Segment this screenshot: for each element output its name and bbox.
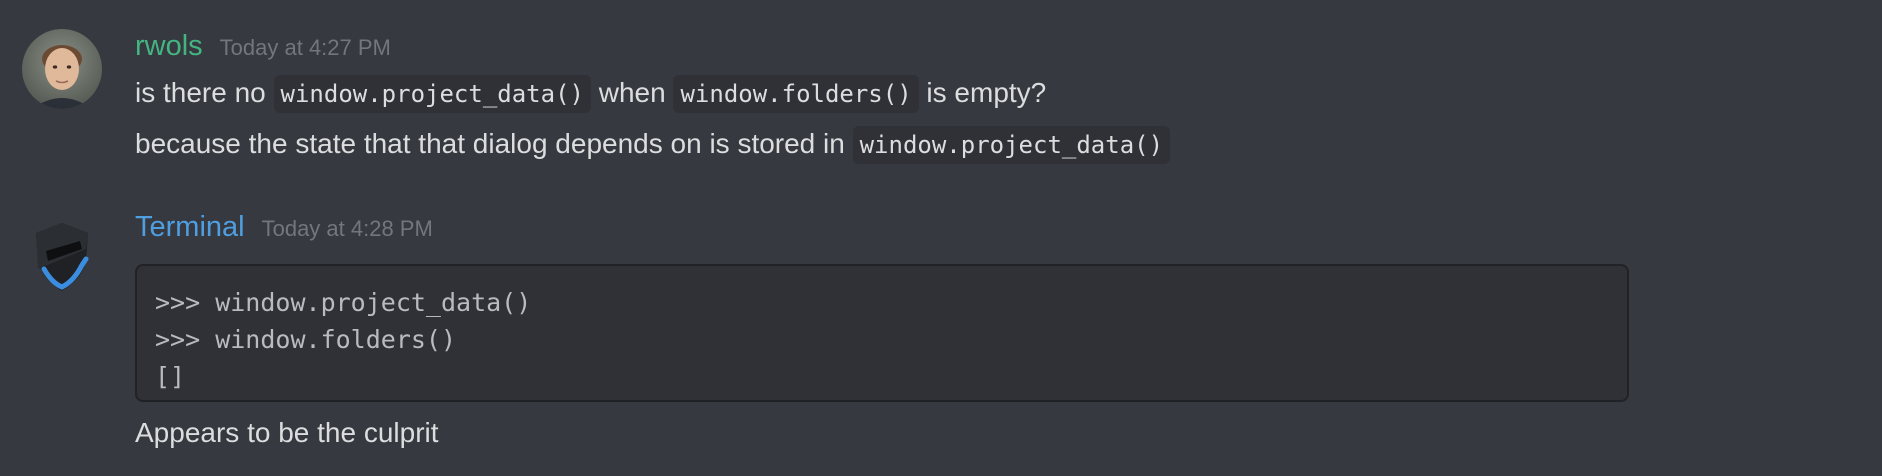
- avatar-rwols[interactable]: [22, 29, 102, 109]
- timestamp[interactable]: Today at 4:27 PM: [220, 35, 391, 61]
- inline-code: window.project_data(): [273, 75, 591, 113]
- message-text: when: [590, 77, 674, 108]
- message-text: Appears to be the culprit: [135, 417, 439, 448]
- avatar-terminal[interactable]: [22, 217, 102, 297]
- inline-code: window.project_data(): [852, 126, 1171, 164]
- message-text: because the state that that dialog depen…: [135, 128, 853, 159]
- code-line: []: [155, 362, 186, 391]
- user-photo-icon: [22, 29, 102, 109]
- message-header: Terminal Today at 4:28 PM: [135, 211, 433, 244]
- message-header: rwols Today at 4:27 PM: [135, 30, 391, 63]
- message-group-rwols: rwols Today at 4:27 PM is there no windo…: [0, 0, 1882, 190]
- message-line: because the state that that dialog depen…: [135, 125, 1171, 164]
- message-text: is there no: [135, 77, 274, 108]
- message-group-terminal: Terminal Today at 4:28 PM >>> window.pro…: [0, 190, 1882, 476]
- message-line: is there no window.project_data() when w…: [135, 74, 1046, 113]
- inline-code: window.folders(): [673, 75, 919, 113]
- username[interactable]: rwols: [135, 30, 203, 63]
- shield-icon: [36, 223, 89, 291]
- timestamp[interactable]: Today at 4:28 PM: [262, 216, 433, 242]
- code-line: >>> window.folders(): [155, 325, 457, 354]
- code-line: >>> window.project_data(): [155, 288, 532, 317]
- code-block: >>> window.project_data() >>> window.fold…: [135, 264, 1629, 402]
- message-text: is empty?: [918, 77, 1047, 108]
- username[interactable]: Terminal: [135, 211, 245, 244]
